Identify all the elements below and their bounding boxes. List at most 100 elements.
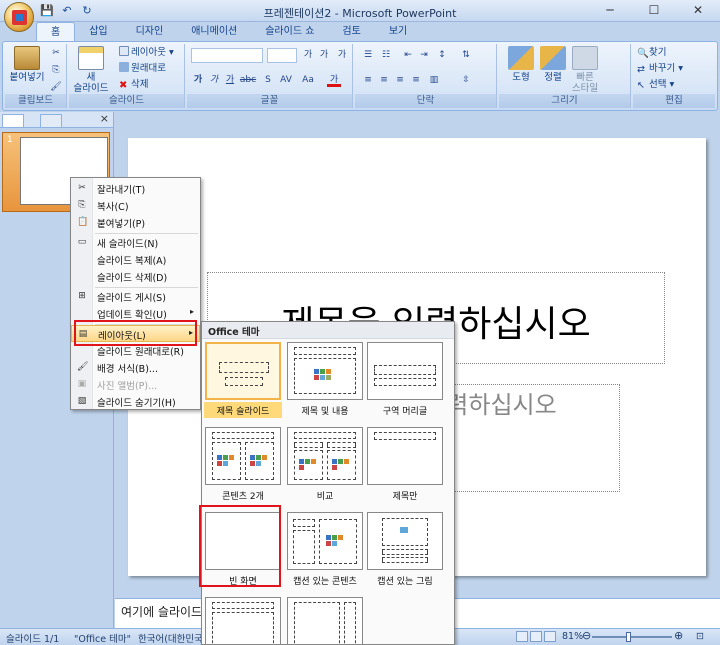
normal-view-icon[interactable] xyxy=(516,631,528,642)
close-button[interactable]: ✕ xyxy=(676,0,720,20)
title-placeholder-shape xyxy=(294,432,356,439)
menu-item-delete-slide[interactable]: 슬라이드 삭제(D) xyxy=(71,268,200,285)
office-button[interactable] xyxy=(4,2,34,32)
content-icons xyxy=(250,455,272,467)
new-slide-label-2: 슬라이드 xyxy=(73,83,109,94)
tab-slideshow[interactable]: 슬라이드 쇼 xyxy=(251,22,328,42)
align-center-icon[interactable]: ≡ xyxy=(377,74,391,87)
font-name-combo[interactable] xyxy=(191,48,263,63)
strikethrough-icon[interactable]: abc xyxy=(239,74,257,87)
numbering-icon[interactable]: ☷ xyxy=(379,49,393,62)
bold-icon[interactable]: 가 xyxy=(191,74,205,87)
justify-icon[interactable]: ≡ xyxy=(409,74,423,87)
find-button[interactable]: 🔍찾기 xyxy=(637,46,666,59)
align-left-icon[interactable]: ≡ xyxy=(361,74,375,87)
shadow-icon[interactable]: S xyxy=(261,74,275,87)
tab-home[interactable]: 홈 xyxy=(36,22,76,42)
quick-styles-button[interactable]: 빠른 스타일 xyxy=(565,46,605,94)
outline-tab[interactable] xyxy=(40,114,62,127)
tab-design[interactable]: 디자인 xyxy=(122,22,178,42)
reset-button[interactable]: 원래대로 xyxy=(119,62,166,75)
text-direction-icon[interactable]: ⇅ xyxy=(459,49,473,62)
layout-vertical-title-text[interactable] xyxy=(286,597,364,644)
title-placeholder-shape xyxy=(374,432,436,440)
zoom-in-icon[interactable]: ⊕ xyxy=(674,629,683,642)
columns-icon[interactable]: ▥ xyxy=(427,74,441,87)
tab-insert[interactable]: 삽입 xyxy=(75,22,121,42)
cut-icon[interactable]: ✂ xyxy=(49,47,63,60)
delete-slide-button[interactable]: ✖ 삭제 xyxy=(119,78,148,91)
layout-name: 캡션 있는 그림 xyxy=(377,577,433,587)
tab-animation[interactable]: 애니메이션 xyxy=(177,22,251,42)
zoom-out-icon[interactable]: ⊖ xyxy=(582,629,591,642)
layout-title-content[interactable]: 제목 및 내용 xyxy=(286,342,364,422)
tab-review[interactable]: 검토 xyxy=(328,22,374,42)
zoom-level[interactable]: 81% xyxy=(562,631,583,642)
layout-picture-with-caption[interactable]: 캡션 있는 그림 xyxy=(366,512,444,592)
align-right-icon[interactable]: ≡ xyxy=(393,74,407,87)
maximize-button[interactable]: ☐ xyxy=(632,0,676,20)
heading-placeholder-shape xyxy=(327,442,356,448)
menu-item-paste[interactable]: 📋 붙여넣기(P) xyxy=(71,214,200,231)
line-spacing-icon[interactable]: ↕ xyxy=(435,49,449,62)
bullets-icon[interactable]: ☰ xyxy=(361,49,375,62)
tab-view[interactable]: 보기 xyxy=(375,22,421,42)
slide-sorter-icon[interactable] xyxy=(530,631,542,642)
title-placeholder-shape xyxy=(293,519,315,527)
fit-window-icon[interactable]: ⊡ xyxy=(696,631,704,642)
menu-item-new-slide[interactable]: ▭ 새 슬라이드(N) xyxy=(71,234,200,251)
menu-item-cut[interactable]: ✂ 잘라내기(T) xyxy=(71,180,200,197)
gallery-header: Office 테마 xyxy=(202,322,454,339)
grow-font-icon[interactable]: 가 xyxy=(301,49,315,62)
slides-tab[interactable] xyxy=(2,114,24,127)
layout-comparison[interactable]: 비교 xyxy=(286,427,364,507)
menu-item-duplicate-slide[interactable]: 슬라이드 복제(A) xyxy=(71,251,200,268)
paste-button[interactable]: 붙여넣기 xyxy=(7,46,47,83)
content-icons xyxy=(314,369,336,381)
menu-item-hide-slide[interactable]: ▧ 슬라이드 숨기기(H) xyxy=(71,393,200,410)
new-slide-button[interactable]: 새 슬라이드 xyxy=(71,46,111,94)
layout-title-vertical-text[interactable] xyxy=(204,597,282,644)
ribbon: 붙여넣기 ✂ ⎘ 🖌 클립보드 새 슬라이드 레이아웃 ▾ 원래대로 ✖ 삭제 슬… xyxy=(2,41,718,111)
change-case-icon[interactable]: Aa xyxy=(299,74,317,87)
menu-item-label: 슬라이드 숨기기(H) xyxy=(97,398,176,409)
new-slide-label: 새 xyxy=(86,72,96,83)
underline-icon[interactable]: 가 xyxy=(223,74,237,87)
select-button[interactable]: ↖ 선택 ▾ xyxy=(637,78,674,91)
annotation-highlight-box xyxy=(199,505,281,587)
layout-gallery: Office 테마 제목 슬라이드 제목 및 내용 구역 머리글 콘텐츠 2개 … xyxy=(201,321,455,645)
clear-format-icon[interactable]: 가 xyxy=(335,49,349,62)
menu-item-label: 슬라이드 원래대로(R) xyxy=(97,347,184,358)
slideshow-view-icon[interactable] xyxy=(544,631,556,642)
format-painter-icon[interactable]: 🖌 xyxy=(49,81,63,94)
shrink-font-icon[interactable]: 가 xyxy=(317,49,331,62)
decrease-indent-icon[interactable]: ⇤ xyxy=(401,49,415,62)
status-language[interactable]: 한국어(대한민국) xyxy=(138,631,207,645)
copy-icon[interactable]: ⎘ xyxy=(49,64,63,77)
increase-indent-icon[interactable]: ⇥ xyxy=(417,49,431,62)
layout-title-slide[interactable]: 제목 슬라이드 xyxy=(204,342,282,422)
zoom-slider-thumb[interactable] xyxy=(626,632,631,642)
menu-item-format-background[interactable]: 🖌 배경 서식(B)... xyxy=(71,359,200,376)
align-text-icon[interactable]: ⇳ xyxy=(459,74,473,87)
close-icon[interactable]: × xyxy=(100,112,109,125)
minimize-button[interactable]: ─ xyxy=(588,0,632,20)
layout-two-content[interactable]: 콘텐츠 2개 xyxy=(204,427,282,507)
layout-button[interactable]: 레이아웃 ▾ xyxy=(119,46,174,59)
font-size-combo[interactable] xyxy=(267,48,297,63)
italic-icon[interactable]: 가 xyxy=(207,74,221,87)
menu-item-copy[interactable]: ⎘ 복사(C) xyxy=(71,197,200,214)
menu-item-label: 사진 앨범(P)... xyxy=(97,381,158,392)
font-color-icon[interactable]: 가 xyxy=(327,74,341,87)
layout-content-with-caption[interactable]: 캡션 있는 콘텐츠 xyxy=(286,512,364,592)
layout-section-header[interactable]: 구역 머리글 xyxy=(366,342,444,422)
layout-name: 캡션 있는 콘텐츠 xyxy=(293,577,357,587)
replace-button[interactable]: ⇄ 바꾸기 ▾ xyxy=(637,62,683,75)
vertical-text-placeholder-shape xyxy=(294,602,340,644)
menu-item-publish-slides[interactable]: ⊞ 슬라이드 게시(S) xyxy=(71,288,200,305)
layout-thumbnail xyxy=(287,342,363,400)
clipboard-group-label: 클립보드 xyxy=(5,94,66,108)
layout-title-only[interactable]: 제목만 xyxy=(366,427,444,507)
zoom-slider[interactable] xyxy=(592,636,672,638)
char-spacing-icon[interactable]: AV xyxy=(277,74,295,87)
